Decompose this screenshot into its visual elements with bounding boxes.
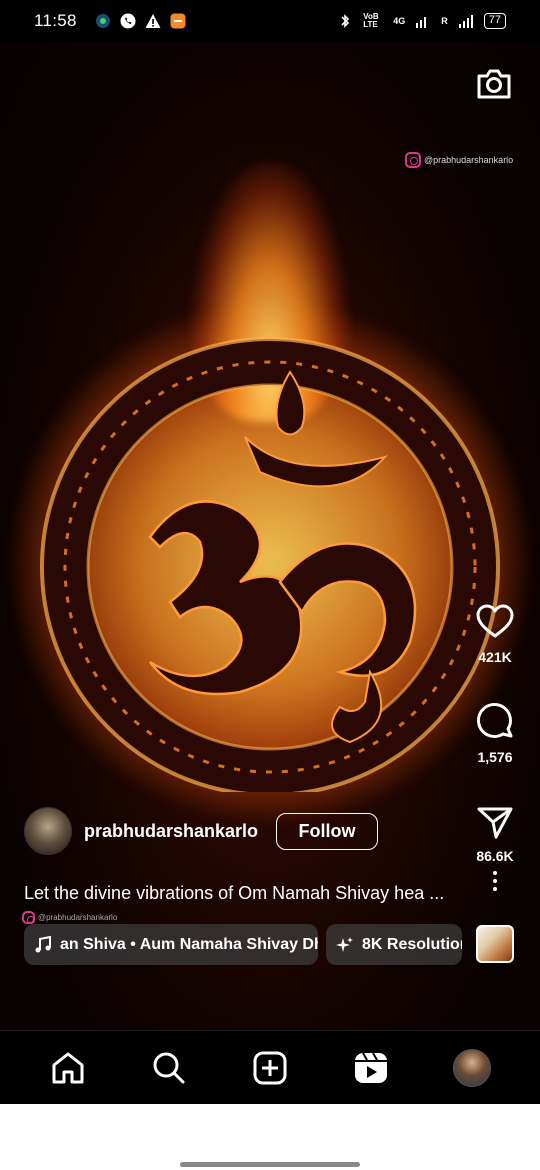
music-note-icon <box>35 935 51 952</box>
comment-icon[interactable] <box>474 701 516 743</box>
warning-icon <box>145 14 161 28</box>
effect-chip[interactable]: 8K Resolution <box>326 924 462 965</box>
status-system-icons: VoB LTE 4G R 77 <box>337 13 506 29</box>
signal-strength-icon <box>416 17 427 28</box>
more-options-icon[interactable] <box>480 866 510 896</box>
like-action[interactable]: 421K <box>466 601 524 665</box>
watermark-bottom: @prabhudarshankarlo <box>22 911 117 924</box>
follow-button[interactable]: Follow <box>276 812 379 850</box>
app-notification-icon <box>170 13 186 29</box>
audio-thumbnail[interactable] <box>476 925 514 963</box>
watermark-top: @prabhudarshankarlo <box>405 152 513 168</box>
carrier-label: R <box>441 16 448 26</box>
reel-caption[interactable]: Let the divine vibrations of Om Namah Sh… <box>24 883 464 904</box>
share-action[interactable]: 86.6K <box>466 800 524 864</box>
instagram-logo-icon <box>405 152 421 168</box>
nav-profile[interactable] <box>450 1046 494 1090</box>
signal-strength-2-icon <box>458 15 473 28</box>
share-count: 86.6K <box>476 848 514 864</box>
network-type-label: 4G <box>393 16 406 26</box>
vpn-shield-icon <box>95 14 110 28</box>
battery-indicator: 77 <box>483 13 506 29</box>
instagram-logo-icon <box>22 911 35 924</box>
audio-label: an Shiva • Aum Namaha Shivay Dh <box>60 935 318 953</box>
author-username[interactable]: prabhudarshankarlo <box>84 821 258 842</box>
effect-label: 8K Resolution <box>362 935 462 953</box>
status-bar: 11:58 VoB LTE 4G R 77 <box>0 0 540 42</box>
author-row: prabhudarshankarlo Follow <box>24 807 379 855</box>
sparkle-icon <box>336 936 353 952</box>
plus-square-icon <box>253 1051 287 1084</box>
reel-video[interactable]: @prabhudarshankarlo <box>0 42 540 1030</box>
bottom-nav <box>0 1030 540 1104</box>
home-icon <box>52 1052 84 1083</box>
watermark-bottom-text: @prabhudarshankarlo <box>38 913 118 922</box>
home-gesture-handle[interactable] <box>180 1162 360 1167</box>
heart-icon[interactable] <box>474 601 516 643</box>
om-symbol-artwork <box>40 337 500 792</box>
audio-chip[interactable]: an Shiva • Aum Namaha Shivay Dh <box>24 924 318 965</box>
gesture-area <box>0 1104 540 1170</box>
like-count: 421K <box>478 649 512 665</box>
bluetooth-icon <box>341 14 350 28</box>
author-avatar[interactable] <box>24 807 72 855</box>
status-notification-icons <box>95 13 186 29</box>
search-icon <box>153 1052 185 1083</box>
nav-create[interactable] <box>248 1046 292 1090</box>
volte-label: VoB LTE <box>363 12 379 29</box>
whatsapp-icon <box>120 13 136 29</box>
profile-avatar <box>452 1048 491 1087</box>
nav-home[interactable] <box>46 1046 90 1090</box>
comment-action[interactable]: 1,576 <box>466 701 524 765</box>
status-time: 11:58 <box>34 11 77 30</box>
send-icon[interactable] <box>474 800 516 842</box>
nav-search[interactable] <box>147 1046 191 1090</box>
camera-icon[interactable] <box>474 64 514 104</box>
watermark-top-text: @prabhudarshankarlo <box>424 155 514 165</box>
comment-count: 1,576 <box>477 749 513 765</box>
nav-reels[interactable] <box>349 1046 393 1090</box>
reels-icon <box>354 1052 387 1083</box>
